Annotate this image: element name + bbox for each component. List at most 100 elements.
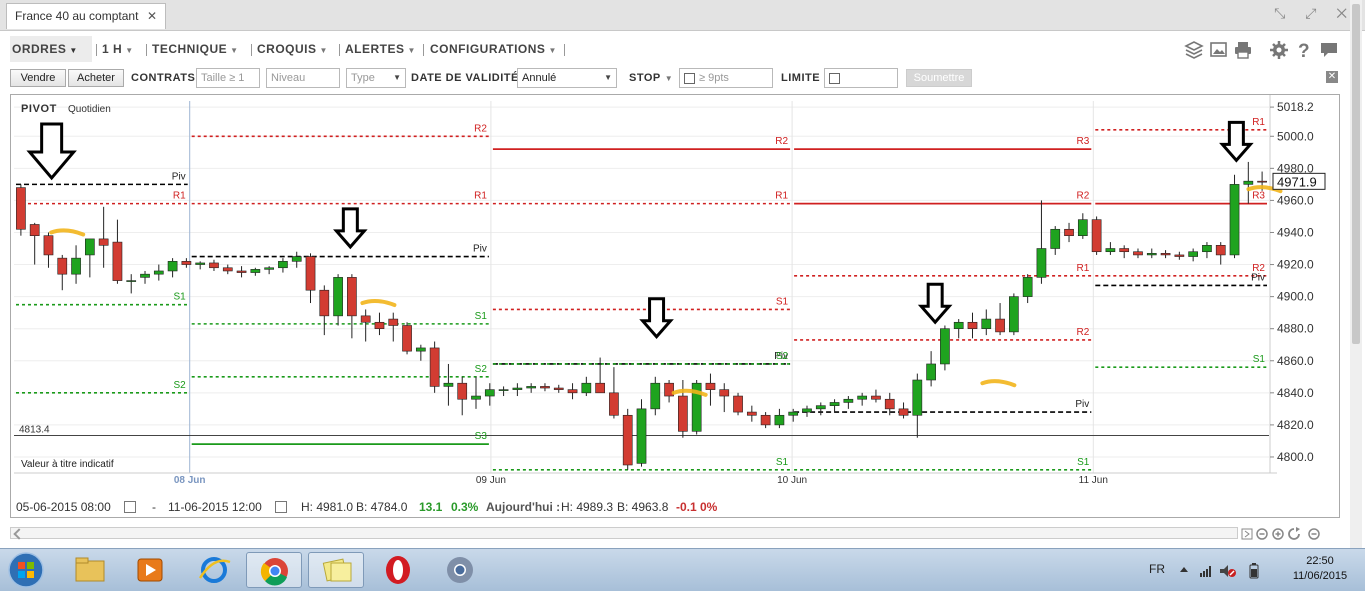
candle-body[interactable] bbox=[305, 256, 316, 291]
taskbar-explorer[interactable] bbox=[62, 552, 118, 588]
candle-body[interactable] bbox=[209, 262, 219, 269]
candle-body[interactable] bbox=[746, 411, 757, 416]
taskbar-internet-explorer[interactable] bbox=[186, 552, 242, 588]
type-select[interactable]: Type ▼ bbox=[346, 68, 406, 88]
candle-body[interactable] bbox=[581, 382, 592, 394]
candle-body[interactable] bbox=[388, 318, 399, 326]
start-button[interactable] bbox=[6, 551, 46, 589]
candle-body[interactable] bbox=[98, 238, 109, 246]
candle-body[interactable] bbox=[898, 408, 909, 416]
candle-body[interactable] bbox=[926, 363, 936, 381]
close-order-bar-icon[interactable]: ✕ bbox=[1326, 71, 1338, 83]
candle-body[interactable] bbox=[760, 414, 771, 426]
candle-body[interactable] bbox=[733, 395, 743, 413]
candle-body[interactable] bbox=[57, 257, 68, 275]
level-input[interactable]: Niveau bbox=[266, 68, 340, 88]
candle-body[interactable] bbox=[1077, 219, 1088, 236]
candle-body[interactable] bbox=[360, 315, 371, 323]
chat-icon[interactable] bbox=[1321, 43, 1337, 57]
candle-body[interactable] bbox=[774, 414, 785, 426]
stop-checkbox[interactable] bbox=[684, 72, 695, 84]
candle-body[interactable] bbox=[140, 273, 150, 278]
maximize-window-icon[interactable]: ⤢ bbox=[1305, 5, 1324, 21]
menu-croquis[interactable]: CROQUIS ▼ bbox=[257, 36, 328, 62]
candle-body[interactable] bbox=[181, 261, 192, 265]
candle-body[interactable] bbox=[1036, 248, 1047, 278]
candle-body[interactable] bbox=[1202, 245, 1212, 253]
candle-body[interactable] bbox=[1105, 248, 1116, 253]
language-indicator[interactable]: FR bbox=[1149, 562, 1165, 576]
vertical-scrollbar[interactable] bbox=[1350, 0, 1362, 548]
menu-technique[interactable]: TECHNIQUE ▼ bbox=[152, 36, 239, 62]
candle-body[interactable] bbox=[953, 321, 964, 329]
candle-body[interactable] bbox=[567, 389, 578, 394]
zoom-reset-icon[interactable] bbox=[1308, 528, 1320, 540]
stop-input[interactable]: ≥ 9pts bbox=[679, 68, 773, 88]
candle-body[interactable] bbox=[636, 408, 647, 464]
show-hidden-icons-icon[interactable] bbox=[1180, 567, 1188, 572]
candle-body[interactable] bbox=[222, 267, 233, 272]
tab-close-icon[interactable]: ✕ bbox=[147, 4, 157, 28]
stop-label[interactable]: STOP ▼ bbox=[629, 68, 673, 88]
candle-body[interactable] bbox=[1174, 254, 1185, 257]
clock[interactable]: 22:50 11/06/2015 bbox=[1280, 554, 1360, 584]
candle-body[interactable] bbox=[333, 277, 343, 317]
minimize-window-icon[interactable]: ⤡ bbox=[1274, 5, 1293, 21]
calendar-icon[interactable] bbox=[124, 501, 136, 513]
candle-body[interactable] bbox=[912, 379, 923, 416]
candle-body[interactable] bbox=[622, 414, 633, 466]
validity-select[interactable]: Annulé ▼ bbox=[517, 68, 617, 88]
candle-body[interactable] bbox=[553, 387, 564, 390]
candle-body[interactable] bbox=[264, 267, 274, 270]
print-icon[interactable] bbox=[1235, 42, 1251, 59]
candle-body[interactable] bbox=[843, 398, 854, 403]
candle-body[interactable] bbox=[609, 392, 619, 416]
candle-body[interactable] bbox=[471, 395, 481, 400]
candle-body[interactable] bbox=[540, 386, 550, 389]
limit-checkbox[interactable] bbox=[829, 72, 840, 84]
scroll-end-icon[interactable] bbox=[1241, 528, 1253, 540]
candle-body[interactable] bbox=[1160, 253, 1171, 256]
buy-button[interactable]: Acheter bbox=[68, 69, 124, 87]
candle-body[interactable] bbox=[1215, 245, 1226, 256]
candle-body[interactable] bbox=[678, 395, 688, 432]
taskbar-notes[interactable] bbox=[308, 552, 364, 588]
candle-body[interactable] bbox=[126, 280, 137, 282]
candle-body[interactable] bbox=[981, 318, 992, 329]
candle-body[interactable] bbox=[705, 382, 716, 390]
calendar-icon[interactable] bbox=[275, 501, 287, 513]
tab-france-40[interactable]: France 40 au comptant ✕ bbox=[6, 3, 166, 29]
candle-body[interactable] bbox=[457, 382, 468, 400]
candle-body[interactable] bbox=[347, 277, 357, 317]
taskbar-media-player[interactable] bbox=[122, 552, 178, 588]
candle-body[interactable] bbox=[402, 325, 412, 352]
candle-body[interactable] bbox=[319, 289, 330, 317]
candle-body[interactable] bbox=[995, 318, 1005, 333]
submit-button[interactable]: Soumettre bbox=[906, 69, 972, 87]
size-input[interactable]: Taille ≥ 1 bbox=[196, 68, 260, 88]
taskbar-chrome-2[interactable] bbox=[432, 552, 488, 588]
candle-body[interactable] bbox=[940, 328, 950, 365]
candle-body[interactable] bbox=[43, 235, 54, 256]
image-icon[interactable] bbox=[1210, 42, 1227, 57]
sell-button[interactable]: Vendre bbox=[10, 69, 66, 87]
candle-body[interactable] bbox=[16, 187, 26, 230]
signal-icon[interactable] bbox=[1200, 566, 1211, 577]
taskbar-opera[interactable] bbox=[370, 552, 426, 588]
candle-body[interactable] bbox=[595, 382, 605, 394]
candle-body[interactable] bbox=[167, 261, 178, 272]
limit-input[interactable] bbox=[824, 68, 898, 88]
candle-body[interactable] bbox=[512, 387, 523, 390]
menu-ordres[interactable]: ORDRES ▼ bbox=[10, 36, 92, 62]
scroll-left-icon[interactable] bbox=[13, 528, 25, 540]
candle-body[interactable] bbox=[112, 241, 123, 281]
chart-horizontal-scrollbar[interactable] bbox=[10, 527, 1238, 540]
candle-body[interactable] bbox=[429, 347, 440, 387]
menu-configurations[interactable]: CONFIGURATIONS ▼ bbox=[430, 36, 557, 62]
battery-icon[interactable] bbox=[1249, 563, 1259, 579]
candle-body[interactable] bbox=[871, 395, 881, 400]
candle-body[interactable] bbox=[85, 238, 95, 256]
candle-body[interactable] bbox=[374, 321, 385, 329]
menu-interval[interactable]: 1 H ▼ bbox=[102, 36, 134, 62]
candle-body[interactable] bbox=[650, 382, 661, 410]
